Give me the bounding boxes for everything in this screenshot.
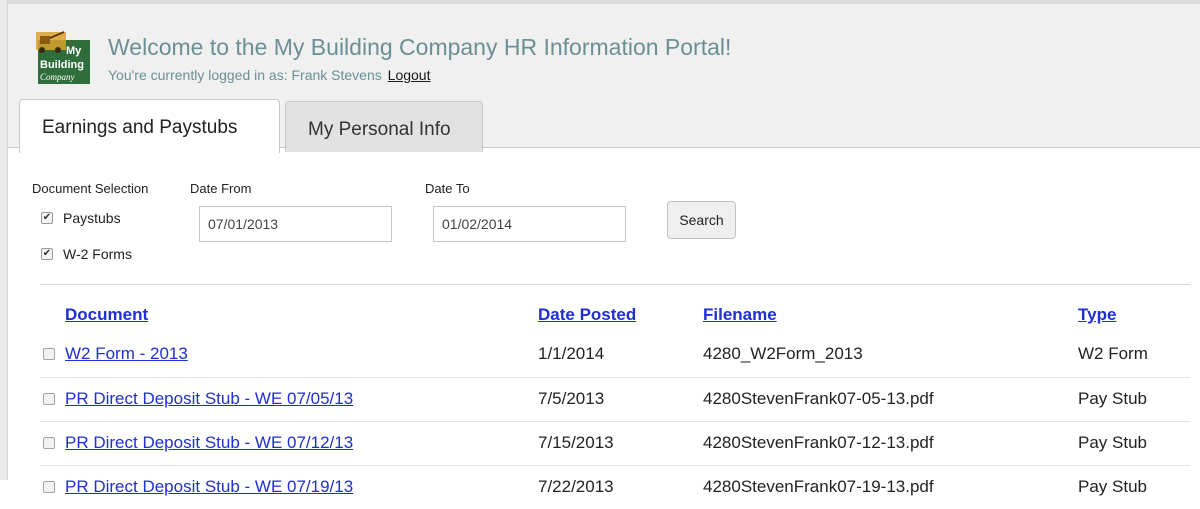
paystubs-checkbox[interactable]: ✔ bbox=[41, 212, 53, 224]
logout-link[interactable]: Logout bbox=[388, 67, 431, 83]
column-header-type[interactable]: Type bbox=[1078, 305, 1116, 325]
date-posted-cell: 7/5/2013 bbox=[538, 389, 605, 408]
login-status: You're currently logged in as: Frank Ste… bbox=[108, 67, 430, 83]
logo-text-line-2: Building bbox=[40, 59, 84, 71]
date-from-label: Date From bbox=[190, 181, 252, 196]
table-row: W2 Form - 2013 1/1/2014 4280_W2Form_2013… bbox=[40, 333, 1190, 377]
date-posted-cell: 7/15/2013 bbox=[538, 433, 614, 452]
type-cell: W2 Form bbox=[1078, 344, 1148, 363]
filename-cell: 4280StevenFrank07-05-13.pdf bbox=[703, 389, 934, 408]
document-link[interactable]: PR Direct Deposit Stub - WE 07/19/13 bbox=[65, 477, 353, 497]
logo-text-line-1: My bbox=[66, 45, 82, 57]
column-header-document[interactable]: Document bbox=[65, 305, 148, 325]
paystubs-option[interactable]: ✔ Paystubs bbox=[41, 210, 121, 226]
type-cell: Pay Stub bbox=[1078, 389, 1147, 408]
document-link[interactable]: PR Direct Deposit Stub - WE 07/12/13 bbox=[65, 433, 353, 453]
paystubs-label: Paystubs bbox=[63, 210, 121, 226]
logged-in-as-text: You're currently logged in as: Frank Ste… bbox=[108, 67, 382, 83]
tab-my-personal-info[interactable]: My Personal Info bbox=[285, 101, 483, 152]
date-from-field[interactable] bbox=[199, 206, 392, 242]
w2-forms-label: W-2 Forms bbox=[63, 246, 132, 262]
portal-header: My Building Company Welcome to the My Bu… bbox=[8, 4, 1200, 153]
tab-earnings-and-paystubs[interactable]: Earnings and Paystubs bbox=[19, 99, 280, 153]
type-cell: Pay Stub bbox=[1078, 477, 1147, 496]
filename-cell: 4280_W2Form_2013 bbox=[703, 344, 863, 363]
welcome-title: Welcome to the My Building Company HR In… bbox=[108, 34, 732, 60]
row-checkbox[interactable] bbox=[43, 437, 55, 449]
filename-cell: 4280StevenFrank07-12-13.pdf bbox=[703, 433, 934, 452]
date-posted-cell: 7/22/2013 bbox=[538, 477, 614, 496]
w2-forms-checkbox[interactable]: ✔ bbox=[41, 248, 53, 260]
table-row: PR Direct Deposit Stub - WE 07/05/13 7/5… bbox=[40, 377, 1190, 421]
w2-forms-option[interactable]: ✔ W-2 Forms bbox=[41, 246, 132, 262]
row-checkbox[interactable] bbox=[43, 348, 55, 360]
filename-cell: 4280StevenFrank07-19-13.pdf bbox=[703, 477, 934, 496]
table-row: PR Direct Deposit Stub - WE 07/19/13 7/2… bbox=[40, 465, 1190, 509]
date-to-field[interactable] bbox=[433, 206, 626, 242]
row-checkbox[interactable] bbox=[43, 481, 55, 493]
column-header-date-posted[interactable]: Date Posted bbox=[538, 305, 636, 325]
logo-text-line-3: Company bbox=[40, 72, 75, 82]
date-to-label: Date To bbox=[425, 181, 470, 196]
document-selection-label: Document Selection bbox=[32, 181, 149, 196]
document-link[interactable]: W2 Form - 2013 bbox=[65, 344, 188, 364]
search-button[interactable]: Search bbox=[667, 201, 736, 239]
type-cell: Pay Stub bbox=[1078, 433, 1147, 452]
table-row: PR Direct Deposit Stub - WE 07/12/13 7/1… bbox=[40, 421, 1190, 465]
row-checkbox[interactable] bbox=[43, 393, 55, 405]
date-posted-cell: 1/1/2014 bbox=[538, 344, 605, 363]
company-logo: My Building Company bbox=[32, 30, 98, 86]
company-logo-icon: My Building Company bbox=[36, 31, 90, 84]
section-divider bbox=[40, 284, 1190, 285]
window-left-edge bbox=[0, 0, 8, 480]
document-link[interactable]: PR Direct Deposit Stub - WE 07/05/13 bbox=[65, 389, 353, 409]
column-header-filename[interactable]: Filename bbox=[703, 305, 777, 325]
